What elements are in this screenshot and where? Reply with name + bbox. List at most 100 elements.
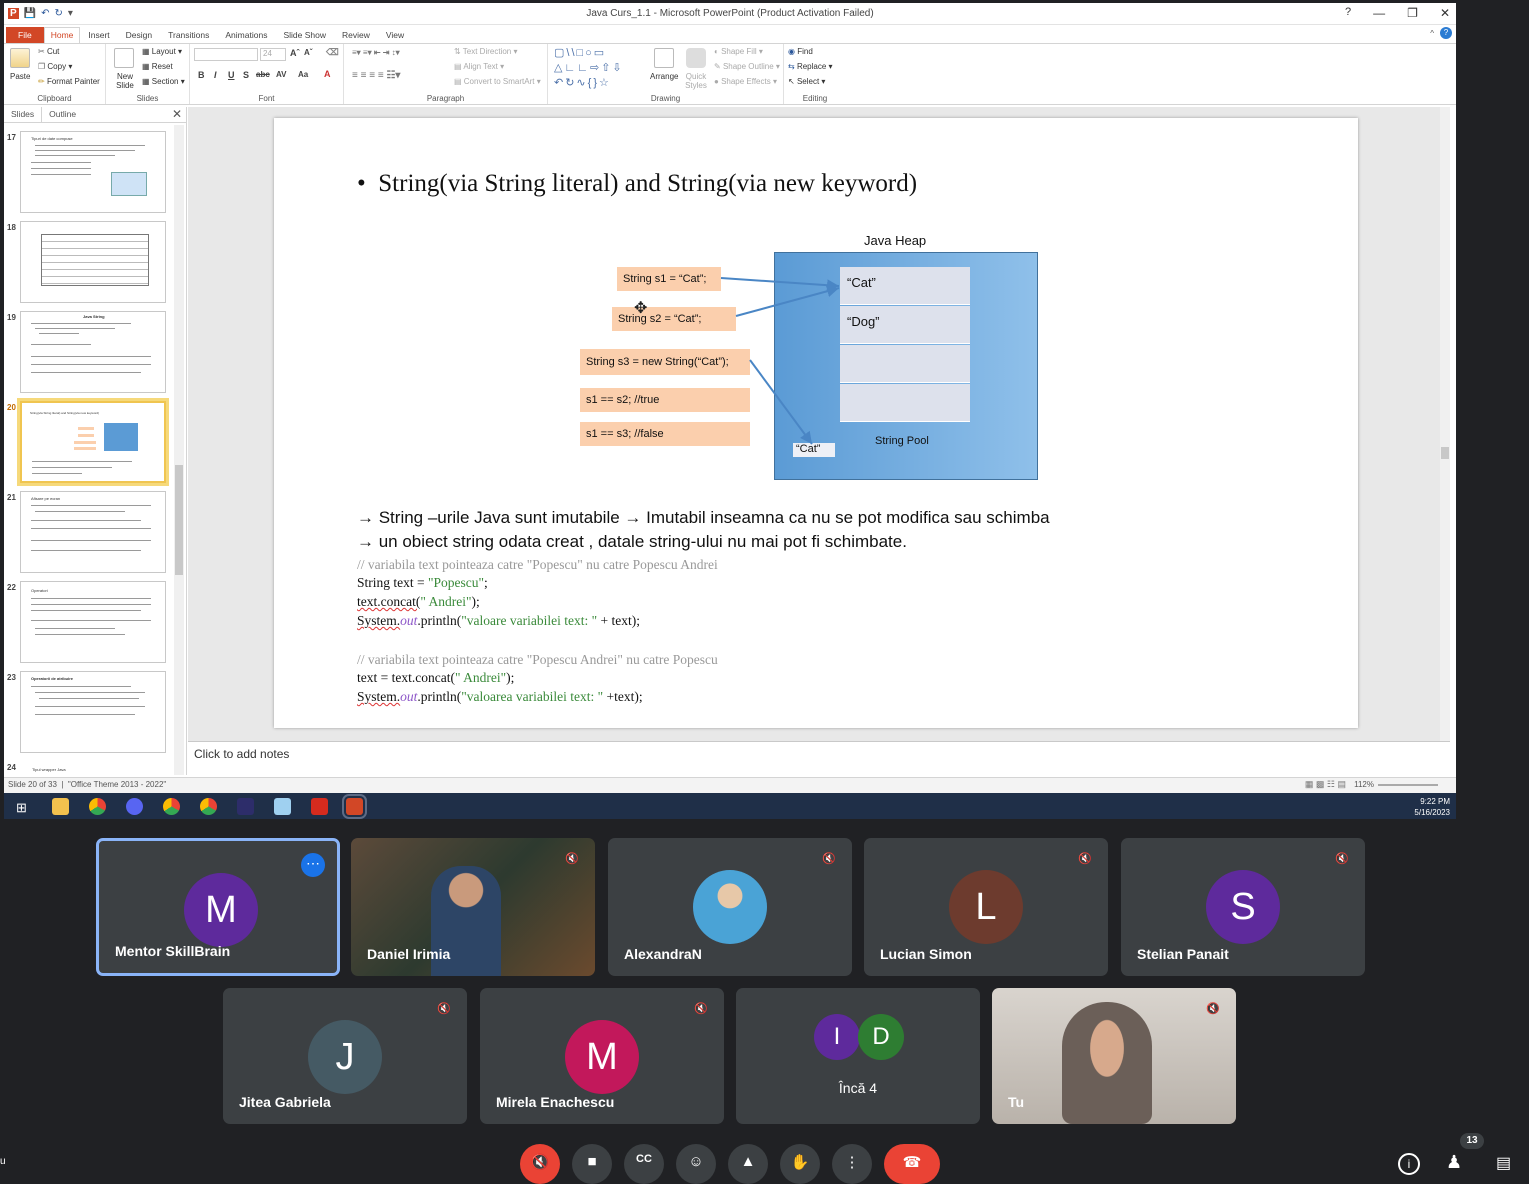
clear-format-icon[interactable]: ⌫ <box>326 47 339 58</box>
notes-pane[interactable]: Click to add notes <box>188 741 1450 775</box>
participant-tile[interactable]: L 🔇 Lucian Simon <box>864 838 1108 976</box>
chrome-profile-icon[interactable] <box>163 798 180 815</box>
slides-scrollbar-thumb[interactable] <box>175 465 183 575</box>
replace-button[interactable]: ⇆ Replace ▾ <box>788 62 833 71</box>
participant-tile-active[interactable]: M ⋯ Mentor SkillBrain <box>96 838 340 976</box>
reset-button[interactable]: ▦ Reset <box>142 62 173 71</box>
notes-app-icon[interactable] <box>274 798 291 815</box>
tab-review[interactable]: Review <box>334 30 378 43</box>
chat-icon[interactable]: ▤ <box>1496 1153 1511 1173</box>
shape-fill-button[interactable]: ◐ Shape Fill ▾ <box>714 47 763 56</box>
slide-scrollbar[interactable] <box>1440 107 1450 741</box>
leave-call-button[interactable]: ☎ <box>884 1144 940 1184</box>
grow-font-icon[interactable]: Aˆ <box>290 48 300 58</box>
spacing-icon[interactable]: AV <box>276 70 287 79</box>
font-size-dropdown[interactable]: 24 <box>260 48 286 61</box>
arrange-button[interactable]: Arrange <box>650 72 678 81</box>
clock[interactable]: 9:22 PM 5/16/2023 <box>1414 796 1450 818</box>
tab-file[interactable]: File <box>6 27 44 43</box>
zoom-slider[interactable] <box>1378 784 1438 786</box>
tab-home[interactable]: Home <box>43 27 81 43</box>
file-explorer-icon[interactable] <box>52 798 69 815</box>
shapes-gallery[interactable]: ▢\\□○▭ △∟∟⇨⇧⇩ ↶↻∿{}☆ <box>554 46 644 90</box>
restore-button[interactable]: ❐ <box>1407 6 1418 20</box>
captions-button[interactable]: CC <box>624 1144 664 1184</box>
minimize-ribbon-icon[interactable]: ^ <box>1430 29 1434 38</box>
arrow-line-1[interactable]: → String –urile Java sunt imutabile → Im… <box>357 508 1050 528</box>
convert-smartart-button[interactable]: ▤ Convert to SmartArt ▾ <box>454 77 541 86</box>
slide-thumbnail[interactable] <box>20 221 166 303</box>
align-text-button[interactable]: ▤ Align Text ▾ <box>454 62 504 71</box>
tab-design[interactable]: Design <box>118 30 160 43</box>
underline-icon[interactable]: U <box>228 70 235 80</box>
tab-slide-show[interactable]: Slide Show <box>275 30 334 43</box>
tab-view[interactable]: View <box>378 30 412 43</box>
participant-tile[interactable]: 🔇 Daniel Irimia <box>351 838 595 976</box>
section-button[interactable]: ▦ Section ▾ <box>142 77 185 86</box>
slide-thumbnail[interactable]: Tipuri de date compuse <box>20 131 166 213</box>
font-name-dropdown[interactable] <box>194 48 258 61</box>
tab-transitions[interactable]: Transitions <box>160 30 217 43</box>
participant-tile[interactable]: 🔇 AlexandraN <box>608 838 852 976</box>
more-options-button[interactable]: ⋮ <box>832 1144 872 1184</box>
slides-scrollbar[interactable] <box>174 125 184 775</box>
close-pane-icon[interactable]: ✕ <box>172 107 182 121</box>
close-button[interactable]: ✕ <box>1440 6 1450 20</box>
customize-qat-icon[interactable]: ▾ <box>68 8 73 19</box>
shadow-icon[interactable]: S <box>243 70 249 80</box>
participant-tile-others[interactable]: I D Încă 4 <box>736 988 980 1124</box>
meeting-details-icon[interactable]: i <box>1398 1153 1420 1175</box>
tab-slides[interactable]: Slides <box>4 107 43 122</box>
undo-icon[interactable]: ↶ <box>41 8 49 19</box>
tab-insert[interactable]: Insert <box>80 30 117 43</box>
participant-tile[interactable]: M 🔇 Mirela Enachescu <box>480 988 724 1124</box>
italic-icon[interactable]: I <box>214 70 217 80</box>
minimize-button[interactable]: — <box>1373 6 1385 20</box>
more-options-icon[interactable]: ⋯ <box>301 853 325 877</box>
shape-effects-button[interactable]: ● Shape Effects ▾ <box>714 77 777 86</box>
bullets-icon[interactable]: ≡▾ ≡▾ ⇤ ⇥ ↕▾ <box>352 48 400 57</box>
redo-icon[interactable]: ↻ <box>55 8 63 19</box>
format-painter-button[interactable]: ✏ Format Painter <box>38 77 100 86</box>
bold-icon[interactable]: B <box>198 70 205 80</box>
paste-button[interactable]: Paste <box>10 72 30 81</box>
acrobat-icon[interactable] <box>311 798 328 815</box>
camera-toggle-button[interactable]: ■ <box>572 1144 612 1184</box>
participant-tile[interactable]: J 🔇 Jitea Gabriela <box>223 988 467 1124</box>
present-button[interactable]: ▲ <box>728 1144 768 1184</box>
chat-app-icon[interactable] <box>126 798 143 815</box>
slide-thumbnail[interactable]: Operatori <box>20 581 166 663</box>
cut-button[interactable]: ✂ Cut <box>38 47 59 56</box>
powerpoint-taskbar-icon[interactable] <box>342 794 367 819</box>
align-icons[interactable]: ≡ ≡ ≡ ≡ ☷▾ <box>352 70 400 81</box>
select-button[interactable]: ↖ Select ▾ <box>788 77 825 86</box>
people-icon[interactable]: ♟ <box>1446 1152 1462 1173</box>
arrow-line-2[interactable]: → un obiect string odata creat , datale … <box>357 532 907 552</box>
slide-thumbnail[interactable]: Afisare pe ecran <box>20 491 166 573</box>
change-case-icon[interactable]: Aa <box>298 70 308 79</box>
text-direction-button[interactable]: ⇅ Text Direction ▾ <box>454 47 518 56</box>
find-button[interactable]: ◉ Find <box>788 47 813 56</box>
font-color-icon[interactable]: A <box>324 69 331 79</box>
slide-canvas[interactable]: • String(via String literal) and String(… <box>274 118 1358 728</box>
new-slide-button[interactable]: New Slide <box>110 72 140 90</box>
copy-button[interactable]: ❐ Copy ▾ <box>38 62 72 71</box>
shrink-font-icon[interactable]: Aˇ <box>304 48 312 57</box>
tab-outline[interactable]: Outline <box>42 107 83 122</box>
raise-hand-button[interactable]: ✋ <box>780 1144 820 1184</box>
slide-thumbnail-current[interactable]: String(via String literal) and String(vi… <box>17 398 169 486</box>
chrome-icon[interactable] <box>89 798 106 815</box>
view-buttons[interactable]: ▦ ▩ ☷ ▤ <box>1305 779 1346 790</box>
slide-thumbnail[interactable]: Operatorii de atribuire <box>20 671 166 753</box>
save-icon[interactable]: 💾 <box>24 8 36 19</box>
emoji-button[interactable]: ☺ <box>676 1144 716 1184</box>
help-icon[interactable]: ? <box>1345 6 1351 20</box>
intellij-icon[interactable] <box>237 798 254 815</box>
help-circle-icon[interactable]: ? <box>1440 27 1452 39</box>
participant-tile[interactable]: S 🔇 Stelian Panait <box>1121 838 1365 976</box>
windows-start-icon[interactable]: ⊞ <box>16 800 27 816</box>
tab-animations[interactable]: Animations <box>217 30 275 43</box>
participant-tile-self[interactable]: 🔇 Tu <box>992 988 1236 1124</box>
quick-styles-button[interactable]: Quick Styles <box>683 72 709 90</box>
chrome-profile-2-icon[interactable] <box>200 798 217 815</box>
